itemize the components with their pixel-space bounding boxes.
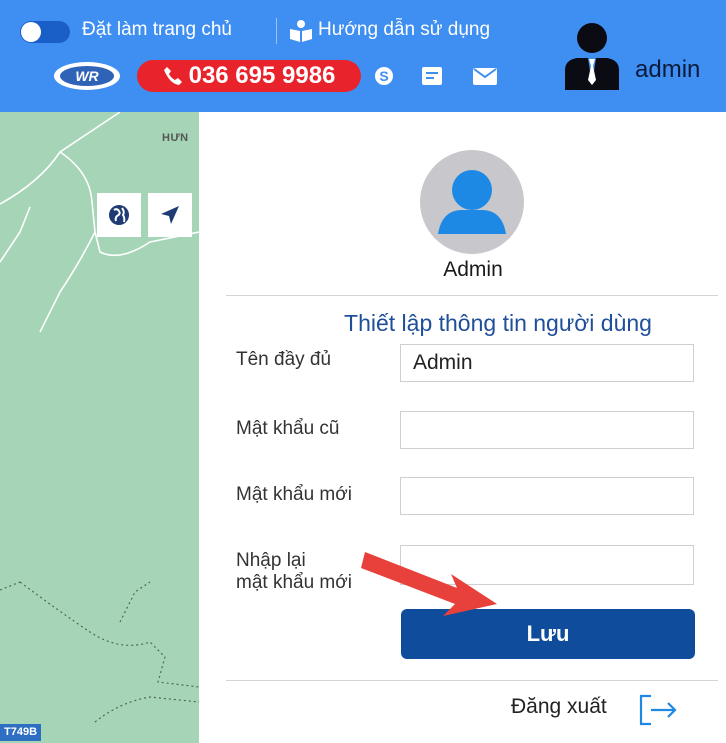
confirm-password-label-line2: mật khẩu mới	[236, 572, 352, 593]
phone-button[interactable]: 036 695 9986	[137, 60, 361, 92]
confirm-password-label: Nhập lại mật khẩu mới	[236, 550, 352, 594]
logout-link[interactable]: Đăng xuất	[511, 695, 607, 719]
panel-title: Thiết lập thông tin người dùng	[344, 310, 652, 336]
fullname-label: Tên đầy đủ	[236, 349, 332, 370]
user-avatar-icon[interactable]	[563, 22, 621, 90]
globe-icon	[109, 205, 129, 225]
user-guide-link[interactable]: Hướng dẫn sử dụng	[318, 19, 490, 41]
skype-icon[interactable]: S	[374, 66, 394, 91]
map-area[interactable]: HƯN T749B	[0, 112, 199, 743]
set-homepage-link[interactable]: Đặt làm trang chủ	[82, 19, 232, 41]
confirm-password-label-line1: Nhập lại	[236, 550, 306, 571]
logo-text: WR	[75, 68, 99, 84]
new-password-label: Mật khẩu mới	[236, 484, 352, 505]
user-icon	[438, 170, 506, 234]
homepage-toggle[interactable]	[20, 21, 70, 43]
map-globe-button[interactable]	[97, 193, 141, 237]
map-locate-button[interactable]	[148, 193, 192, 237]
annotation-arrow	[361, 552, 497, 616]
mail-icon[interactable]	[473, 68, 497, 90]
new-password-field[interactable]	[400, 477, 694, 515]
logout-icon[interactable]	[637, 693, 681, 727]
header-username[interactable]: admin	[635, 56, 700, 84]
profile-avatar	[420, 150, 524, 254]
phone-icon	[163, 67, 182, 85]
wr-logo: WR	[54, 62, 120, 90]
old-password-field[interactable]	[400, 411, 694, 449]
book-reader-icon[interactable]	[289, 20, 313, 47]
user-profile-panel: Admin Thiết lập thông tin người dùng Tên…	[199, 112, 726, 743]
map-place-label: HƯN	[162, 132, 189, 144]
divider	[226, 680, 718, 681]
header-separator	[276, 18, 277, 44]
divider	[226, 295, 718, 296]
road-label: T749B	[0, 724, 42, 741]
old-password-label: Mật khẩu cũ	[236, 418, 340, 439]
phone-number: 036 695 9986	[188, 62, 336, 89]
fullname-field[interactable]: Admin	[400, 344, 694, 382]
facebook-icon[interactable]	[421, 66, 443, 91]
svg-text:S: S	[379, 68, 388, 84]
top-bar: Đặt làm trang chủ Hướng dẫn sử dụng WR 0…	[0, 0, 726, 112]
location-arrow-icon	[161, 206, 179, 224]
profile-name: Admin	[443, 258, 503, 281]
